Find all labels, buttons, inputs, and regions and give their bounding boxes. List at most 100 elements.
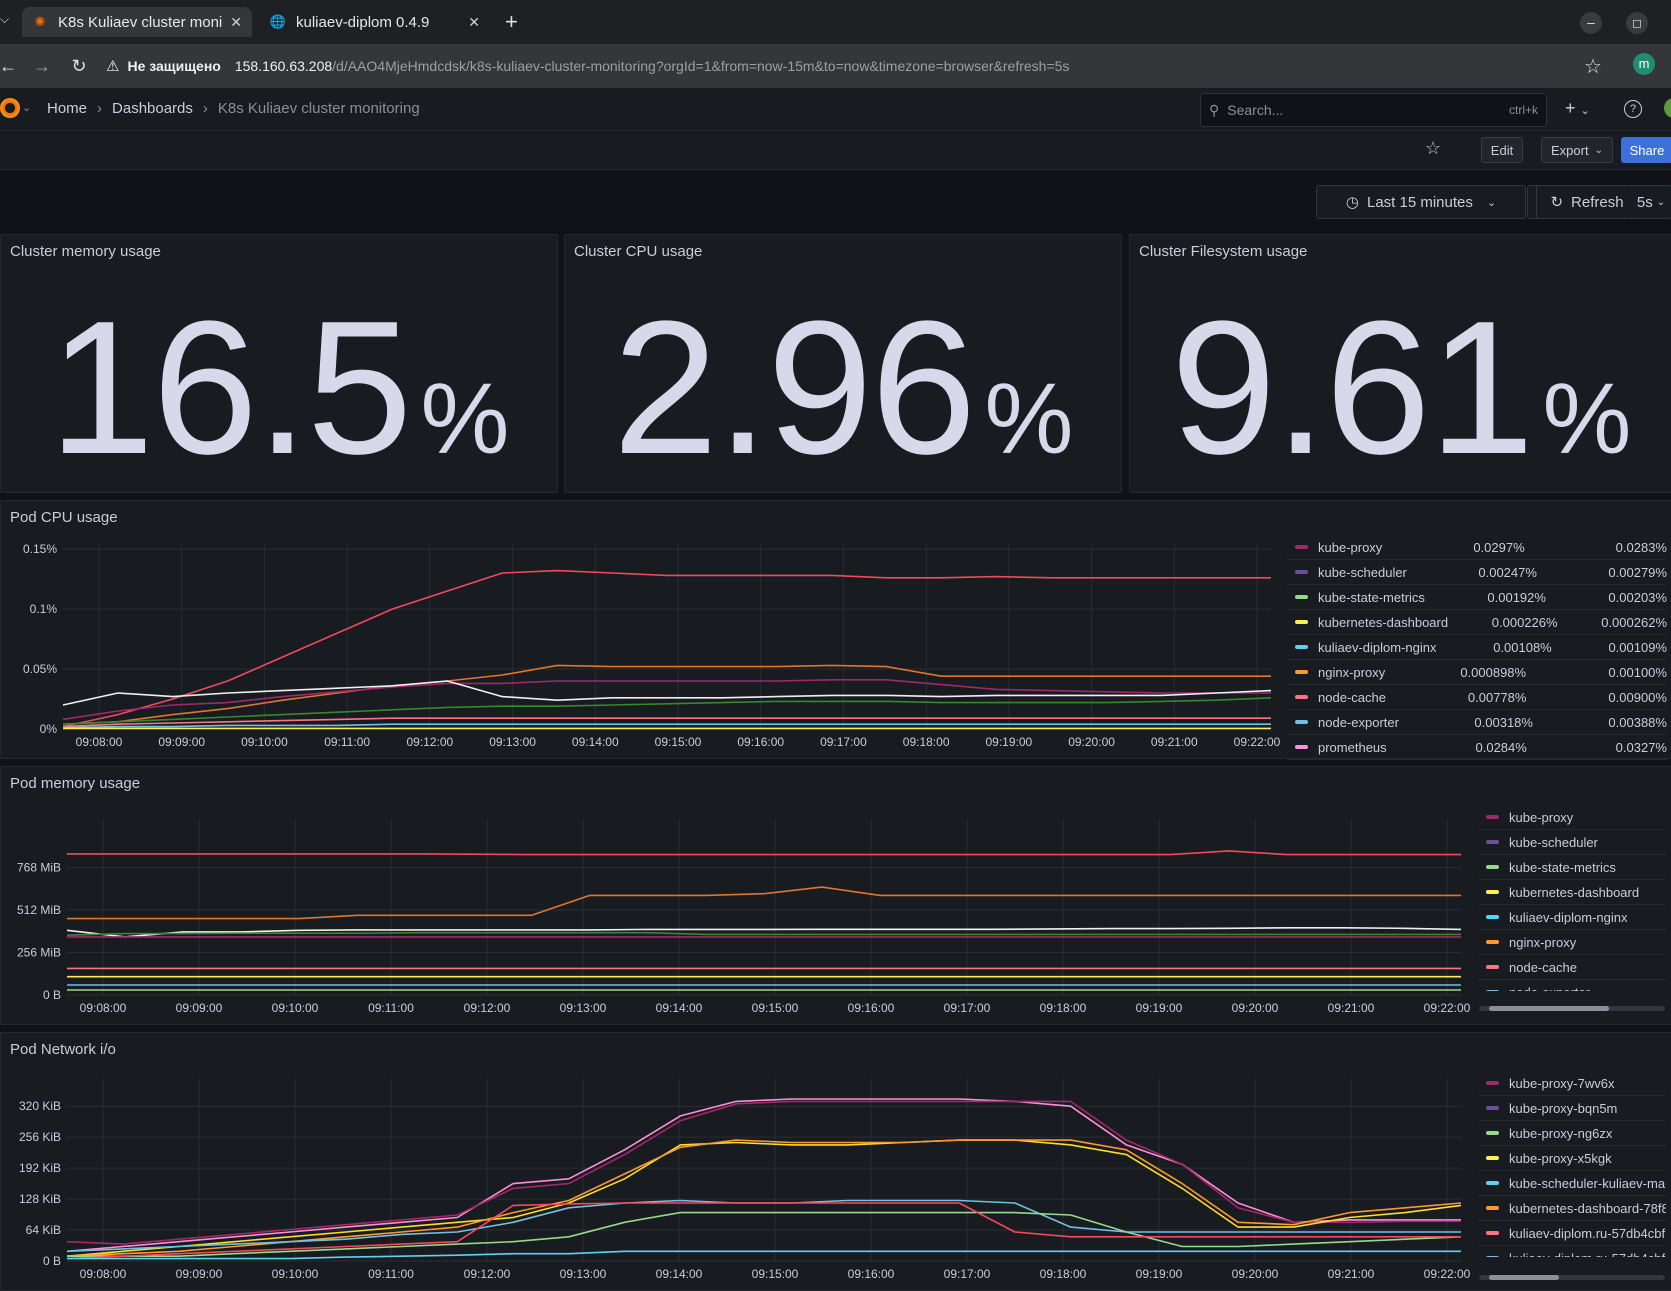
- legend-item[interactable]: kubernetes-dashboard 0.000226% 0.000262%: [1287, 610, 1667, 635]
- series-line: [66, 1098, 1461, 1253]
- x-tick-label: 09:12:00: [464, 1267, 511, 1281]
- x-tick-label: 09:10:00: [272, 1001, 319, 1015]
- legend-item[interactable]: kube-proxy: [1478, 805, 1666, 830]
- legend-label: kube-proxy-x5kgk: [1509, 1150, 1612, 1166]
- x-tick-label: 09:22:00: [1424, 1001, 1471, 1015]
- browser-tab-active[interactable]: ✺ K8s Kuliaev cluster moni ✕: [22, 7, 252, 37]
- refresh-button[interactable]: ↻ Refresh: [1536, 185, 1638, 219]
- legend-swatch: [1486, 1106, 1499, 1110]
- legend-label: kube-proxy-ng6zx: [1509, 1125, 1613, 1141]
- profile-avatar[interactable]: m: [1633, 53, 1655, 75]
- legend-item[interactable]: kube-scheduler-kuliaev-ma: [1478, 1171, 1666, 1196]
- legend-item[interactable]: kube-scheduler: [1478, 830, 1666, 855]
- legend-label: kube-state-metrics: [1318, 589, 1425, 605]
- star-icon[interactable]: ☆: [1425, 138, 1441, 159]
- legend-value-last: 0.00100%: [1608, 664, 1667, 680]
- minimize-button[interactable]: –: [1580, 12, 1602, 34]
- chevron-down-icon: ⌄: [1656, 196, 1666, 208]
- legend-item[interactable]: kube-proxy-bqn5m: [1478, 1096, 1666, 1121]
- legend-item[interactable]: kubernetes-dashboard-78f8: [1478, 1196, 1666, 1221]
- panel-title: Cluster memory usage: [10, 243, 161, 260]
- legend-item[interactable]: nginx-proxy: [1478, 930, 1666, 955]
- logo-chevron-down-icon[interactable]: ⌄: [22, 101, 31, 114]
- tab-close-icon[interactable]: ✕: [468, 14, 480, 31]
- legend-label: kube-proxy-bqn5m: [1509, 1100, 1618, 1116]
- help-icon[interactable]: ?: [1624, 100, 1642, 118]
- grafana-logo-icon[interactable]: [0, 98, 20, 118]
- browser-tab[interactable]: 🌐 kuliaev-diplom 0.4.9 ✕: [260, 7, 490, 37]
- x-tick-label: 09:13:00: [489, 735, 536, 749]
- x-tick-label: 09:18:00: [903, 735, 950, 749]
- x-tick-label: 09:21:00: [1328, 1001, 1375, 1015]
- series-line: [66, 927, 1462, 938]
- legend-value-mean: 0.00108%: [1493, 639, 1552, 655]
- legend-item[interactable]: kube-state-metrics 0.00192% 0.00203%: [1287, 585, 1667, 610]
- legend-item[interactable]: kube-scheduler 0.00247% 0.00279%: [1287, 560, 1667, 585]
- y-tick-label: 192 KiB: [19, 1161, 61, 1175]
- tab-title: kuliaev-diplom 0.4.9: [296, 13, 430, 31]
- x-tick-label: 09:19:00: [1136, 1267, 1183, 1281]
- legend-item[interactable]: kuliaev-diplom-nginx 0.00108% 0.00109%: [1287, 635, 1667, 660]
- back-arrow-icon[interactable]: ←: [0, 54, 20, 78]
- forward-arrow-icon[interactable]: →: [30, 54, 54, 78]
- edit-button[interactable]: Edit: [1481, 137, 1523, 163]
- breadcrumb-dashboards[interactable]: Dashboards: [112, 100, 193, 117]
- legend-label: nginx-proxy: [1318, 664, 1386, 680]
- new-tab-button[interactable]: +: [505, 9, 518, 35]
- legend-scrollbar-thumb[interactable]: [1489, 1006, 1609, 1011]
- legend-item[interactable]: kuliaev-diplom.ru-57db4cbf: [1478, 1221, 1666, 1246]
- legend-value-mean: 0.000226%: [1491, 614, 1558, 630]
- legend-swatch: [1486, 1206, 1499, 1210]
- legend-item[interactable]: kuliaev-diplom.ru-57db4cbf: [1478, 1246, 1666, 1257]
- legend-item[interactable]: node-exporter: [1478, 980, 1666, 991]
- legend-scrollbar[interactable]: [1479, 1275, 1665, 1280]
- search-input[interactable]: ⚲ Search... ctrl+k: [1200, 93, 1547, 127]
- legend-item[interactable]: kube-proxy-7wv6x: [1478, 1071, 1666, 1096]
- globe-icon: 🌐: [269, 14, 287, 29]
- breadcrumb-home[interactable]: Home: [47, 100, 87, 117]
- y-tick-label: 64 KiB: [26, 1223, 61, 1237]
- legend-item[interactable]: kube-state-metrics: [1478, 855, 1666, 880]
- browser-tab-bar: ⌵ ✺ K8s Kuliaev cluster moni ✕ 🌐 kuliaev…: [0, 0, 1671, 44]
- add-menu-button[interactable]: + ⌄: [1565, 98, 1590, 119]
- tab-list-chevron-icon[interactable]: ⌵: [0, 12, 14, 32]
- time-range-picker[interactable]: ◷ Last 15 minutes ⌄: [1316, 185, 1526, 219]
- maximize-button[interactable]: ◻: [1626, 12, 1648, 34]
- tab-title: K8s Kuliaev cluster moni: [58, 13, 223, 31]
- legend-item[interactable]: kube-proxy 0.0297% 0.0283%: [1287, 535, 1667, 560]
- tab-close-icon[interactable]: ✕: [230, 14, 242, 31]
- y-tick-label: 0.05%: [23, 662, 57, 676]
- legend-item[interactable]: node-cache 0.00778% 0.00900%: [1287, 685, 1667, 710]
- legend-item[interactable]: node-cache: [1478, 955, 1666, 980]
- legend-value-last: 0.0327%: [1615, 739, 1667, 755]
- legend-item[interactable]: kuliaev-diplom-nginx: [1478, 905, 1666, 930]
- legend-swatch: [1486, 1081, 1499, 1085]
- legend-item[interactable]: prometheus 0.0284% 0.0327%: [1287, 735, 1667, 760]
- x-tick-label: 09:17:00: [944, 1267, 991, 1281]
- clock-icon: ◷: [1345, 194, 1359, 211]
- legend-value-mean: 0.000898%: [1460, 664, 1527, 680]
- export-button[interactable]: Export ⌄: [1541, 137, 1613, 163]
- legend-item[interactable]: kubernetes-dashboard: [1478, 880, 1666, 905]
- legend-item[interactable]: nginx-proxy 0.000898% 0.00100%: [1287, 660, 1667, 685]
- legend-swatch: [1295, 695, 1308, 699]
- refresh-interval-select[interactable]: 5s ⌄: [1631, 185, 1671, 219]
- reload-icon[interactable]: ↻: [67, 54, 91, 78]
- legend-label: kube-scheduler: [1509, 834, 1598, 850]
- legend-item[interactable]: kube-proxy-ng6zx: [1478, 1121, 1666, 1146]
- legend-scrollbar-thumb[interactable]: [1489, 1275, 1559, 1280]
- url-field[interactable]: ⚠ Не защищено 158.160.63.208 /d/AAO4MjeH…: [106, 50, 1596, 82]
- legend-item[interactable]: kube-proxy-x5kgk: [1478, 1146, 1666, 1171]
- x-tick-label: 09:18:00: [1040, 1267, 1087, 1281]
- legend-item[interactable]: node-exporter 0.00318% 0.00388%: [1287, 710, 1667, 735]
- bookmark-star-icon[interactable]: ☆: [1584, 54, 1602, 79]
- legend-swatch: [1295, 745, 1308, 749]
- legend-value-last: 0.00388%: [1608, 714, 1667, 730]
- legend-swatch: [1486, 1181, 1499, 1185]
- refresh-interval-value: 5s: [1636, 193, 1653, 211]
- search-placeholder: Search...: [1227, 102, 1284, 118]
- share-button[interactable]: Share: [1621, 137, 1671, 163]
- legend-scrollbar[interactable]: [1479, 1006, 1665, 1011]
- x-tick-label: 09:15:00: [655, 735, 702, 749]
- x-tick-label: 09:11:00: [324, 735, 370, 749]
